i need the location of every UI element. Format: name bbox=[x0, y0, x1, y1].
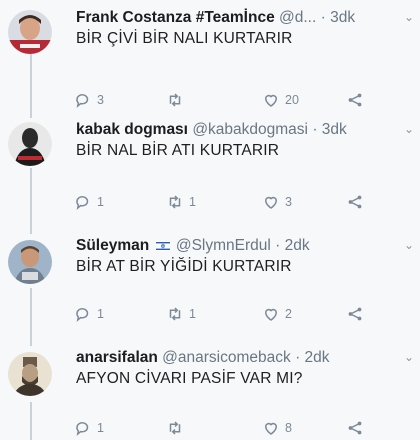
israel-flag-icon bbox=[155, 241, 170, 251]
retweet-icon bbox=[169, 421, 181, 435]
chevron-down-icon[interactable]: ⌄ bbox=[404, 238, 414, 252]
fez-portrait-avatar-icon bbox=[8, 352, 52, 396]
reply-icon bbox=[76, 422, 89, 436]
timestamp[interactable]: · 3dk bbox=[312, 121, 346, 138]
share-button[interactable] bbox=[346, 304, 364, 324]
avatar[interactable] bbox=[8, 240, 52, 284]
retweet-count: 1 bbox=[189, 307, 196, 321]
tweet-text: AFYON CİVARI PASİF VAR MI? bbox=[76, 370, 303, 387]
retweet-icon bbox=[169, 195, 181, 209]
kid-photo-avatar-icon bbox=[8, 240, 52, 284]
retweet-button[interactable] bbox=[166, 418, 189, 438]
share-button[interactable] bbox=[346, 418, 364, 438]
avatar[interactable] bbox=[8, 352, 52, 396]
user-handle[interactable]: @anarsicomeback bbox=[162, 349, 291, 366]
display-name[interactable]: Frank Costanza #Teamİnce bbox=[76, 9, 275, 26]
reply-button[interactable]: 1 bbox=[74, 192, 104, 212]
tweet-actions: 3 20 bbox=[74, 90, 384, 110]
timestamp[interactable]: · 2dk bbox=[275, 237, 309, 254]
reply-icon bbox=[76, 308, 89, 322]
child-photo-avatar-icon bbox=[8, 10, 52, 54]
reply-icon bbox=[76, 94, 89, 108]
reply-button[interactable]: 1 bbox=[74, 418, 104, 438]
chevron-down-icon[interactable]: ⌄ bbox=[404, 122, 414, 136]
tweet[interactable]: Frank Costanza #Teamİnce @d... · 3dk ⌄ B… bbox=[0, 8, 420, 118]
like-count: 8 bbox=[285, 421, 292, 435]
like-button[interactable]: 8 bbox=[262, 418, 292, 438]
share-icon bbox=[348, 307, 362, 321]
avatar[interactable] bbox=[8, 10, 52, 54]
tweet-header: Frank Costanza #Teamİnce @d... · 3dk bbox=[76, 8, 355, 28]
reply-button[interactable]: 3 bbox=[74, 90, 104, 110]
timestamp[interactable]: · 2dk bbox=[295, 349, 329, 366]
tweet-text: BİR ÇİVİ BİR NALI KURTARIR bbox=[76, 30, 293, 47]
tweet-actions: 1 1 2 bbox=[74, 304, 384, 324]
tweet[interactable]: anarsifalan @anarsicomeback · 2dk ⌄ AFYO… bbox=[0, 348, 420, 440]
tweet-header: anarsifalan @anarsicomeback · 2dk bbox=[76, 348, 330, 368]
like-count: 20 bbox=[285, 93, 299, 107]
like-button[interactable]: 20 bbox=[262, 90, 299, 110]
reply-count: 1 bbox=[97, 307, 104, 321]
share-button[interactable] bbox=[346, 192, 364, 212]
portrait-photo-avatar-icon bbox=[8, 122, 52, 166]
reply-icon bbox=[76, 196, 89, 210]
like-count: 3 bbox=[285, 195, 292, 209]
retweet-icon bbox=[169, 307, 181, 321]
user-handle[interactable]: @d... bbox=[279, 9, 316, 26]
retweet-button[interactable]: 1 bbox=[166, 304, 196, 324]
heart-icon bbox=[264, 196, 278, 209]
display-name[interactable]: kabak dogması bbox=[76, 121, 188, 138]
tweet-text: BİR AT BİR YİĞİDİ KURTARIR bbox=[76, 258, 292, 275]
reply-count: 3 bbox=[97, 93, 104, 107]
retweet-button[interactable] bbox=[166, 90, 189, 110]
share-icon bbox=[348, 93, 362, 107]
tweet-actions: 1 1 3 bbox=[74, 192, 384, 212]
share-icon bbox=[348, 195, 362, 209]
tweet[interactable]: kabak dogması @kabakdogmasi · 3dk ⌄ BİR … bbox=[0, 120, 420, 230]
like-button[interactable]: 3 bbox=[262, 192, 292, 212]
chevron-down-icon[interactable]: ⌄ bbox=[404, 10, 414, 24]
display-name[interactable]: Süleyman bbox=[76, 237, 149, 254]
share-icon bbox=[348, 421, 362, 435]
display-name[interactable]: anarsifalan bbox=[76, 349, 158, 366]
chevron-down-icon[interactable]: ⌄ bbox=[404, 350, 414, 364]
reply-button[interactable]: 1 bbox=[74, 304, 104, 324]
retweet-icon bbox=[169, 93, 181, 107]
like-count: 2 bbox=[285, 307, 292, 321]
tweet-header: Süleyman @SlymnErdul · 2dk bbox=[76, 236, 310, 256]
timestamp[interactable]: · 3dk bbox=[321, 9, 355, 26]
tweet-actions: 1 8 bbox=[74, 418, 384, 438]
heart-icon bbox=[264, 308, 278, 321]
heart-icon bbox=[264, 94, 278, 107]
like-button[interactable]: 2 bbox=[262, 304, 292, 324]
user-handle[interactable]: @SlymnErdul bbox=[176, 237, 271, 254]
retweet-count: 1 bbox=[189, 195, 196, 209]
tweet-text: BİR NAL BİR ATI KURTARIR bbox=[76, 142, 280, 159]
tweet[interactable]: Süleyman @SlymnErdul · 2dk ⌄ BİR AT BİR … bbox=[0, 236, 420, 346]
heart-icon bbox=[264, 422, 278, 435]
user-handle[interactable]: @kabakdogmasi bbox=[192, 121, 308, 138]
avatar[interactable] bbox=[8, 122, 52, 166]
retweet-button[interactable]: 1 bbox=[166, 192, 196, 212]
tweet-header: kabak dogması @kabakdogmasi · 3dk bbox=[76, 120, 347, 140]
reply-count: 1 bbox=[97, 421, 104, 435]
share-button[interactable] bbox=[346, 90, 364, 110]
reply-count: 1 bbox=[97, 195, 104, 209]
